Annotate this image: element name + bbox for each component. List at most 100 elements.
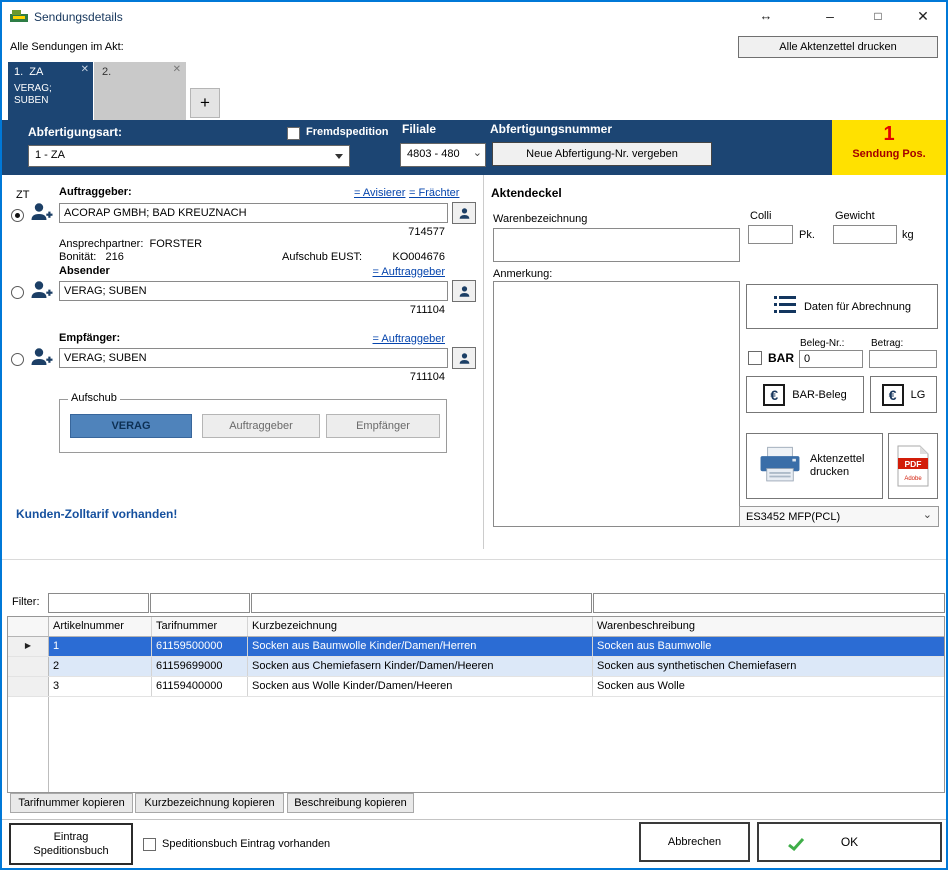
filter-input-artikelnummer[interactable]: [48, 593, 149, 613]
tab-sendung-1[interactable]: 1. ZA VERAG; SUBEN ✕: [8, 62, 93, 120]
bar-checkbox[interactable]: [748, 351, 762, 365]
table-row[interactable]: ▶ 1 61159500000 Socken aus Baumwolle Kin…: [8, 637, 944, 657]
kunden-zolltarif-note: Kunden-Zolltarif vorhanden!: [16, 507, 177, 521]
pdf-button[interactable]: PDF Adobe: [888, 433, 938, 499]
beleg-nr-input[interactable]: [799, 350, 863, 368]
person-add-icon[interactable]: [29, 200, 53, 229]
person-add-icon[interactable]: [29, 345, 53, 374]
filter-input-warenbeschreibung[interactable]: [593, 593, 945, 613]
avisierer-link[interactable]: = Avisierer: [354, 187, 405, 199]
col-artikelnummer[interactable]: Artikelnummer: [49, 617, 152, 636]
absender-number: 711104: [372, 304, 445, 316]
resize-icon[interactable]: ↔: [750, 4, 782, 28]
ansprechpartner-text: Ansprechpartner: FORSTER: [59, 238, 202, 250]
abfertigungsart-select[interactable]: 1 - ZA: [28, 145, 350, 167]
filter-label: Filter:: [12, 596, 40, 608]
fraechter-link[interactable]: = Frächter: [409, 187, 459, 199]
col-kurzbezeichnung[interactable]: Kurzbezeichnung: [248, 617, 593, 636]
col-warenbeschreibung[interactable]: Warenbeschreibung: [593, 617, 944, 636]
filiale-label: Filiale: [402, 122, 436, 136]
add-tab-button[interactable]: +: [190, 88, 220, 118]
betrag-label: Betrag:: [871, 338, 903, 349]
abfertigungsart-value: 1 - ZA: [35, 149, 65, 161]
col-tarifnummer[interactable]: Tarifnummer: [152, 617, 248, 636]
filiale-select[interactable]: 4803 - 480 ⌄: [400, 143, 486, 167]
filter-input-kurzbezeichnung[interactable]: [251, 593, 592, 613]
close-button[interactable]: ✕: [907, 4, 939, 28]
empfaenger-input[interactable]: [59, 348, 448, 368]
cell-tarifnummer: 61159400000: [152, 677, 248, 696]
empfaenger-contact-icon[interactable]: [452, 347, 476, 369]
empfaenger-auftraggeber-link[interactable]: = Auftraggeber: [332, 333, 445, 345]
cell-warenbeschreibung: Socken aus Baumwolle: [593, 637, 944, 656]
empfaenger-radio[interactable]: [11, 353, 24, 366]
chevron-down-icon: ⌄: [473, 146, 482, 159]
lg-button[interactable]: € LG: [870, 376, 937, 413]
auftraggeber-input[interactable]: [59, 203, 448, 223]
auftraggeber-radio[interactable]: [11, 209, 24, 222]
table-header-row: Artikelnummer Tarifnummer Kurzbezeichnun…: [8, 617, 944, 637]
tab1-line3: SUBEN: [14, 95, 48, 106]
warenbezeichnung-label: Warenbezeichnung: [493, 213, 587, 225]
table-row[interactable]: 3 61159400000 Socken aus Wolle Kinder/Da…: [8, 677, 944, 697]
printer-select[interactable]: ES3452 MFP(PCL) ⌄: [739, 506, 939, 527]
print-all-aktenzettel-button[interactable]: Alle Aktenzettel drucken: [738, 36, 938, 58]
absender-radio[interactable]: [11, 286, 24, 299]
copy-kurzbezeichnung-button[interactable]: Kurzbezeichnung kopieren: [135, 793, 284, 813]
titlebar: Sendungsdetails ↔ – □ ✕: [2, 2, 946, 32]
euro-icon: €: [763, 384, 785, 406]
row-selector-column: [8, 697, 49, 792]
minimize-button[interactable]: –: [814, 4, 846, 28]
copy-tarifnummer-button[interactable]: Tarifnummer kopieren: [10, 793, 133, 813]
aufschub-group: Aufschub VERAG Auftraggeber Empfänger: [59, 399, 447, 453]
window-title: Sendungsdetails: [34, 10, 123, 24]
aufschub-verag-button[interactable]: VERAG: [70, 414, 192, 438]
abfertigungsnummer-label: Abfertigungsnummer: [490, 122, 612, 136]
list-icon: [773, 295, 797, 319]
zt-label: ZT: [16, 189, 29, 201]
absender-input[interactable]: [59, 281, 448, 301]
gewicht-input[interactable]: [833, 225, 897, 244]
betrag-input[interactable]: [869, 350, 937, 368]
footer-divider: [2, 819, 946, 820]
gewicht-label: Gewicht: [835, 210, 875, 222]
anmerkung-textarea[interactable]: [493, 281, 740, 527]
colli-label: Colli: [750, 210, 771, 222]
copy-beschreibung-button[interactable]: Beschreibung kopieren: [287, 793, 414, 813]
daten-fuer-abrechnung-button[interactable]: Daten für Abrechnung: [746, 284, 938, 329]
aufschub-empfaenger-button[interactable]: Empfänger: [326, 414, 440, 438]
ok-button[interactable]: OK: [757, 822, 942, 862]
cell-kurzbezeichnung: Socken aus Chemiefasern Kinder/Damen/Hee…: [248, 657, 593, 676]
speditionsbuch-checkbox[interactable]: [143, 838, 156, 851]
bar-beleg-label: BAR-Beleg: [792, 389, 846, 401]
absender-auftraggeber-link[interactable]: = Auftraggeber: [332, 266, 445, 278]
abbrechen-button[interactable]: Abbrechen: [639, 822, 750, 862]
person-add-icon[interactable]: [29, 278, 53, 307]
tab1-line2: VERAG;: [14, 83, 52, 94]
bar-beleg-button[interactable]: € BAR-Beleg: [746, 376, 864, 413]
fremdspedition-checkbox[interactable]: [287, 127, 300, 140]
neue-abfertigungsnummer-button[interactable]: Neue Abfertigung-Nr. vergeben: [492, 142, 712, 166]
printer-icon: [757, 445, 803, 488]
tab-sendung-2[interactable]: 2. ✕: [94, 62, 186, 120]
absender-label: Absender: [59, 265, 110, 277]
lg-label: LG: [911, 389, 926, 401]
aktendeckel-title: Aktendeckel: [491, 186, 562, 200]
tab2-close-icon[interactable]: ✕: [173, 64, 181, 75]
cell-kurzbezeichnung: Socken aus Wolle Kinder/Damen/Heeren: [248, 677, 593, 696]
aufschub-legend: Aufschub: [68, 392, 120, 404]
colli-input[interactable]: [748, 225, 793, 244]
tab1-close-icon[interactable]: ✕: [81, 64, 89, 75]
maximize-button[interactable]: □: [862, 4, 894, 28]
anmerkung-label: Anmerkung:: [493, 268, 552, 280]
eintrag-speditionsbuch-button[interactable]: Eintrag Speditionsbuch: [9, 823, 133, 865]
aktenzettel-drucken-button[interactable]: Aktenzettel drucken: [746, 433, 883, 499]
filter-input-tarifnummer[interactable]: [150, 593, 250, 613]
bonitaet-text: Bonität: 216: [59, 251, 124, 263]
absender-contact-icon[interactable]: [452, 280, 476, 302]
aufschub-auftraggeber-button[interactable]: Auftraggeber: [202, 414, 320, 438]
warenbezeichnung-input[interactable]: [493, 228, 740, 262]
row-selector: [8, 677, 49, 696]
auftraggeber-contact-icon[interactable]: [452, 202, 476, 224]
table-row[interactable]: 2 61159699000 Socken aus Chemiefasern Ki…: [8, 657, 944, 677]
